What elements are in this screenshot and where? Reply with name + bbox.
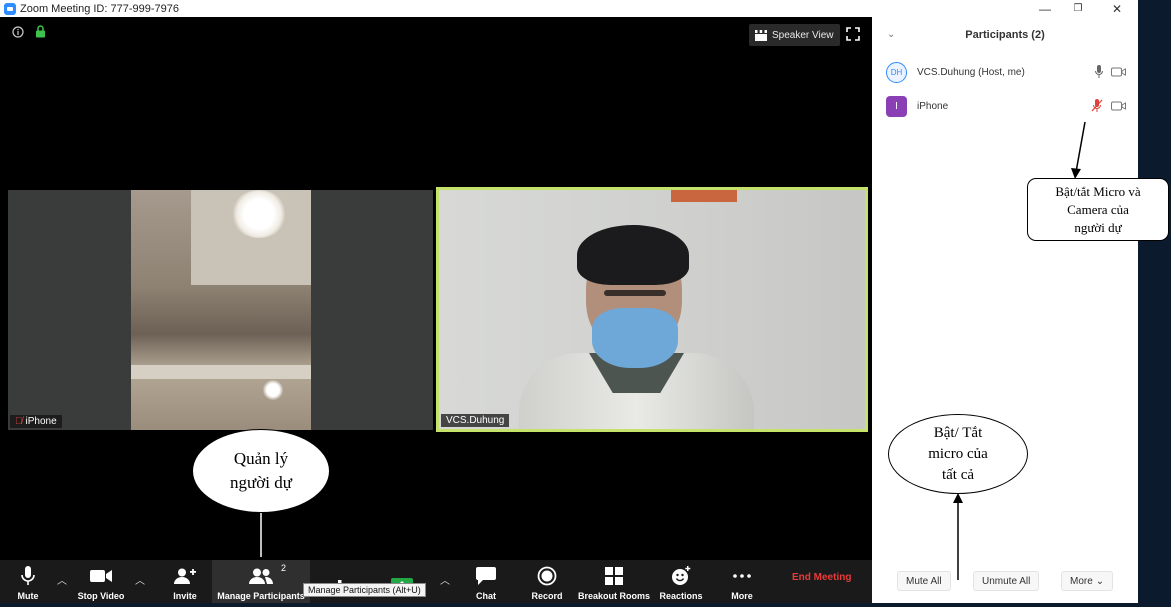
annotation-toggle-mic-camera: Bật/tắt Micro và Camera của người dự	[1027, 178, 1169, 241]
annotation-text: Quản lý	[233, 449, 289, 468]
annotation-text: người dự	[1074, 219, 1122, 235]
annotation-toggle-all: Bật/ Tắt micro của tất cả	[888, 414, 1028, 494]
annotation-text: micro của	[928, 445, 988, 462]
annotation-manage-participants: Quản lý người dự	[192, 429, 330, 513]
annotation-text: Camera của	[1067, 201, 1129, 217]
annotation-text: tất cả	[941, 466, 975, 483]
annotation-text: người dự	[230, 473, 292, 492]
annotation-text: Bật/tắt Micro và	[1055, 183, 1141, 199]
annotation-arrows	[256, 121, 1086, 580]
annotation-text: Bật/ Tắt	[933, 424, 983, 441]
